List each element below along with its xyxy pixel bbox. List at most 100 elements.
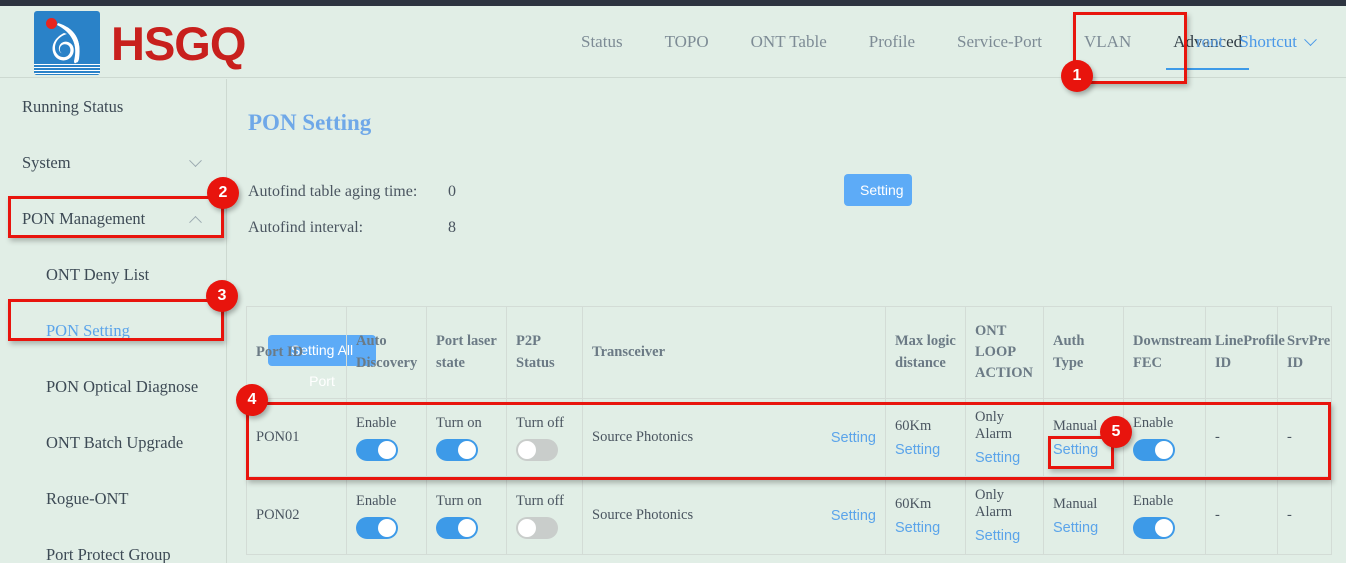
transceiver-value: Source Photonics	[592, 429, 693, 446]
sidebar-item-label: ONT Deny List	[46, 265, 149, 285]
cell-max-logic-distance: 60Km Setting	[886, 399, 966, 477]
sidebar-item-label: ONT Batch Upgrade	[46, 433, 183, 453]
sidebar-item-label: PON Management	[22, 209, 145, 229]
sidebar-item-label: Rogue-ONT	[46, 489, 128, 509]
port-laser-state-toggle[interactable]	[436, 439, 478, 461]
annotation-badge-4: 4	[236, 384, 268, 416]
cell-srv-pre-id: -	[1278, 477, 1332, 555]
autofind-aging-value: 0	[448, 183, 598, 201]
col-header-srv-pre-id: SrvPre ID	[1278, 307, 1332, 399]
ont-loop-action-value: Only Alarm	[975, 409, 1034, 443]
cell-line-profile-id: -	[1206, 399, 1278, 477]
sidebar-item-ont-deny-list[interactable]: ONT Deny List	[0, 247, 226, 303]
port-laser-state-toggle[interactable]	[436, 517, 478, 539]
col-header-transceiver: Transceiver	[583, 307, 886, 399]
nav-item-topo[interactable]: TOPO	[644, 6, 730, 78]
transceiver-value: Source Photonics	[592, 507, 693, 524]
col-header-auth-type: Auth Type	[1044, 307, 1124, 399]
nav-item-ont-table[interactable]: ONT Table	[730, 6, 848, 78]
header-right-group: root Shortcut	[1196, 6, 1315, 78]
nav-item-profile[interactable]: Profile	[848, 6, 936, 78]
auto-discovery-toggle[interactable]	[356, 517, 398, 539]
toggle-knob	[458, 441, 476, 459]
col-header-max-logic-distance: Max logic distance	[886, 307, 966, 399]
sidebar-item-pon-optical-diagnose[interactable]: PON Optical Diagnose	[0, 359, 226, 415]
table-row: PON01 Enable Turn on	[247, 399, 1332, 477]
sidebar-item-label: Running Status	[22, 97, 123, 117]
sidebar-item-running-status[interactable]: Running Status	[0, 79, 226, 135]
cell-ont-loop-action: Only Alarm Setting	[966, 399, 1044, 477]
max-logic-distance-setting-link[interactable]: Setting	[895, 442, 956, 458]
cell-p2p-status: Turn off	[507, 477, 583, 555]
chevron-down-icon	[1304, 33, 1317, 46]
cell-port-laser-state: Turn on	[427, 477, 507, 555]
annotation-badge-2: 2	[207, 177, 239, 209]
toggle-knob	[518, 519, 536, 537]
autofind-interval-label: Autofind interval:	[248, 219, 448, 237]
p2p-status-toggle[interactable]	[516, 439, 558, 461]
sidebar-item-pon-management[interactable]: PON Management	[0, 191, 226, 247]
cell-srv-pre-id: -	[1278, 399, 1332, 477]
brand-logo[interactable]: HSGQ	[34, 11, 245, 75]
col-header-port-id: Port ID	[247, 307, 347, 399]
cell-auto-discovery: Enable	[347, 399, 427, 477]
col-header-ont-loop-action: ONT LOOP ACTION	[966, 307, 1044, 399]
toggle-knob	[1155, 441, 1173, 459]
ont-loop-action-setting-link[interactable]: Setting	[975, 528, 1034, 544]
auth-type-setting-link[interactable]: Setting	[1053, 520, 1114, 536]
cell-line-profile-id: -	[1206, 477, 1278, 555]
auto-discovery-label: Enable	[356, 415, 417, 432]
nav-item-service-port[interactable]: Service-Port	[936, 6, 1063, 78]
sidebar-item-rogue-ont[interactable]: Rogue-ONT	[0, 471, 226, 527]
sidebar: Running Status System PON Management ONT…	[0, 79, 227, 563]
downstream-fec-label: Enable	[1133, 415, 1196, 432]
ont-loop-action-setting-link[interactable]: Setting	[975, 450, 1034, 466]
hsgq-logo-icon	[34, 11, 100, 75]
p2p-status-toggle[interactable]	[516, 517, 558, 539]
sidebar-item-system[interactable]: System	[0, 135, 226, 191]
cell-downstream-fec: Enable	[1124, 477, 1206, 555]
toggle-knob	[378, 519, 396, 537]
max-logic-distance-setting-link[interactable]: Setting	[895, 520, 956, 536]
toggle-knob	[378, 441, 396, 459]
autofind-interval-row: Autofind interval: 8	[248, 210, 1248, 246]
transceiver-setting-link[interactable]: Setting	[831, 508, 876, 524]
autofind-interval-value: 8	[448, 219, 598, 237]
downstream-fec-toggle[interactable]	[1133, 439, 1175, 461]
downstream-fec-label: Enable	[1133, 493, 1196, 510]
p2p-status-label: Turn off	[516, 493, 573, 510]
cell-p2p-status: Turn off	[507, 399, 583, 477]
autofind-aging-label: Autofind table aging time:	[248, 183, 448, 201]
downstream-fec-toggle[interactable]	[1133, 517, 1175, 539]
table-header-row: Port ID Auto Discovery Port laser state …	[247, 307, 1332, 399]
port-laser-state-label: Turn on	[436, 493, 497, 510]
cell-transceiver: Source Photonics Setting	[583, 477, 886, 555]
toggle-knob	[1155, 519, 1173, 537]
logo-stripes	[34, 64, 100, 75]
annotation-badge-5: 5	[1100, 416, 1132, 448]
cell-transceiver: Source Photonics Setting	[583, 399, 886, 477]
cell-downstream-fec: Enable	[1124, 399, 1206, 477]
pon-table-head: Port ID Auto Discovery Port laser state …	[247, 307, 1332, 399]
col-header-auto-discovery: Auto Discovery	[347, 307, 427, 399]
sidebar-item-label: Port Protect Group	[46, 545, 171, 563]
setting-button[interactable]: Setting	[844, 174, 912, 206]
sidebar-item-pon-setting[interactable]: PON Setting	[0, 303, 226, 359]
p2p-status-label: Turn off	[516, 415, 573, 432]
auto-discovery-toggle[interactable]	[356, 439, 398, 461]
col-header-downstream-fec: Downstream FEC	[1124, 307, 1206, 399]
cell-port-laser-state: Turn on	[427, 399, 507, 477]
main-navigation: Status TOPO ONT Table Profile Service-Po…	[560, 6, 1263, 78]
sidebar-item-ont-batch-upgrade[interactable]: ONT Batch Upgrade	[0, 415, 226, 471]
cell-auth-type: Manual Setting	[1044, 477, 1124, 555]
sidebar-item-port-protect-group[interactable]: Port Protect Group	[0, 527, 226, 563]
current-user-label[interactable]: root	[1196, 32, 1223, 52]
main-content: PON Setting Autofind table aging time: 0…	[228, 79, 1346, 563]
sidebar-item-label: PON Optical Diagnose	[46, 377, 198, 397]
shortcut-menu[interactable]: Shortcut	[1239, 32, 1315, 52]
brand-name: HSGQ	[111, 20, 245, 67]
nav-item-status[interactable]: Status	[560, 6, 644, 78]
ont-loop-action-value: Only Alarm	[975, 487, 1034, 521]
transceiver-setting-link[interactable]: Setting	[831, 430, 876, 446]
max-logic-distance-value: 60Km	[895, 418, 956, 435]
